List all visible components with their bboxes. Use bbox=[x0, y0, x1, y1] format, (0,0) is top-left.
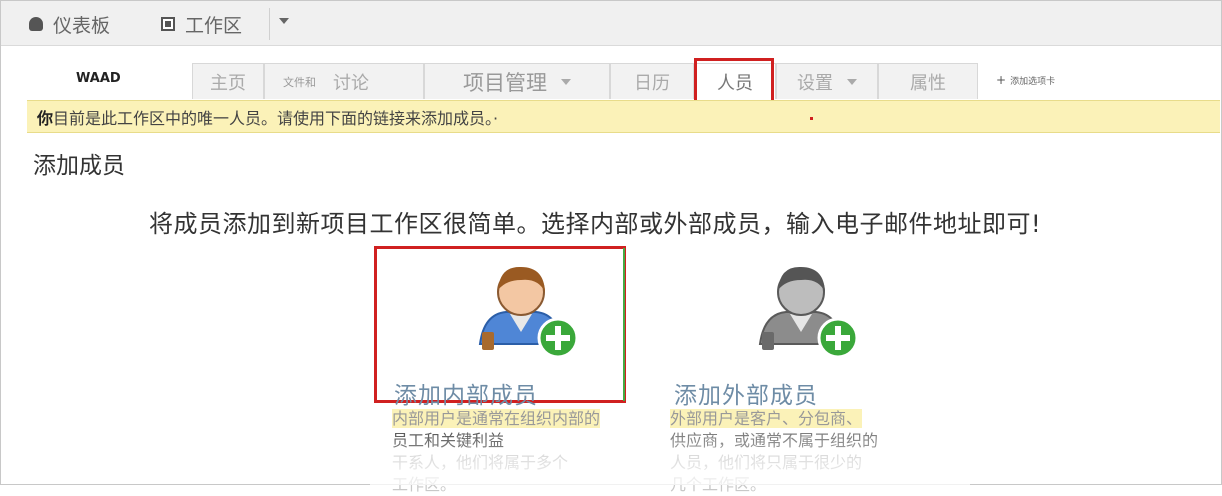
tab-label: 项目管理 bbox=[463, 70, 547, 95]
desc-line: 人员，他们将只属于很少的 bbox=[670, 453, 863, 472]
desc-line: 工作区。 bbox=[392, 475, 457, 494]
internal-user-add-icon[interactable] bbox=[474, 262, 584, 362]
desc-line: 内部用户是通常在组织内部的 bbox=[392, 409, 601, 428]
chevron-down-icon[interactable] bbox=[279, 18, 289, 24]
top-navigation-bar: 仪表板 工作区 bbox=[1, 1, 1221, 46]
add-tab-label: 添加选项卡 bbox=[1010, 76, 1056, 87]
desc-line: 供应商，或通常不属于组织的 bbox=[670, 431, 879, 450]
desc-line: 几个工作区。 bbox=[670, 475, 767, 494]
desc-line: 员工和关键利益 bbox=[392, 431, 505, 450]
desc-line: 外部用户是客户、分包商、 bbox=[670, 409, 863, 428]
tab-prefix: 文件和 bbox=[283, 76, 316, 89]
tab-label: 属性 bbox=[910, 72, 946, 94]
tab-calendar[interactable]: 日历 bbox=[610, 63, 694, 99]
chevron-down-icon bbox=[847, 78, 857, 85]
add-tab-link[interactable]: + 添加选项卡 bbox=[996, 73, 1055, 87]
tab-label: 日历 bbox=[634, 72, 670, 94]
tab-label: 讨论 bbox=[333, 72, 369, 94]
workspace-name: WAAD bbox=[76, 71, 121, 86]
tab-files-discussion[interactable]: 文件和 讨论 bbox=[264, 63, 424, 99]
dashboard-icon bbox=[29, 17, 43, 31]
highlight-box-people-tab bbox=[694, 58, 774, 103]
focus-edge bbox=[623, 248, 625, 401]
external-member-description: 外部用户是客户、分包商、 供应商，或通常不属于组织的 人员，他们将只属于很少的 … bbox=[670, 408, 930, 496]
external-user-add-icon[interactable] bbox=[754, 262, 864, 362]
dashboard-link[interactable]: 仪表板 bbox=[29, 11, 110, 37]
topbar-divider bbox=[269, 8, 270, 40]
workspace-link[interactable]: 工作区 bbox=[161, 11, 242, 37]
notice-text: 目前是此工作区中的唯一人员。请使用下面的链接来添加成员。· bbox=[53, 108, 499, 128]
intro-text: 将成员添加到新项目工作区很简单。选择内部或外部成员，输入电子邮件地址即可! bbox=[149, 210, 1042, 238]
tab-settings[interactable]: 设置 bbox=[776, 63, 878, 99]
tab-label: 主页 bbox=[210, 72, 246, 94]
add-internal-member-link[interactable]: 添加内部成员 bbox=[394, 376, 538, 410]
workspace-label: 工作区 bbox=[185, 14, 243, 37]
add-external-member-link[interactable]: 添加外部成员 bbox=[674, 376, 818, 410]
marker-dot bbox=[810, 117, 813, 120]
desc-line: 干系人，他们将属于多个 bbox=[392, 453, 569, 472]
workspace-icon bbox=[161, 17, 175, 31]
page-title: 添加成员 bbox=[33, 153, 125, 179]
notice-banner: 你目前是此工作区中的唯一人员。请使用下面的链接来添加成员。· bbox=[27, 100, 1220, 133]
notice-bold: 你 bbox=[37, 108, 54, 128]
tab-project-management[interactable]: 项目管理 bbox=[424, 63, 610, 99]
tab-home[interactable]: 主页 bbox=[192, 63, 264, 99]
chevron-down-icon bbox=[561, 78, 571, 85]
dashboard-label: 仪表板 bbox=[53, 14, 111, 37]
plus-icon: + bbox=[996, 73, 1007, 87]
internal-member-description: 内部用户是通常在组织内部的 员工和关键利益 干系人，他们将属于多个 工作区。 bbox=[392, 408, 632, 496]
tab-label: 设置 bbox=[797, 72, 833, 94]
tab-properties[interactable]: 属性 bbox=[878, 63, 978, 99]
